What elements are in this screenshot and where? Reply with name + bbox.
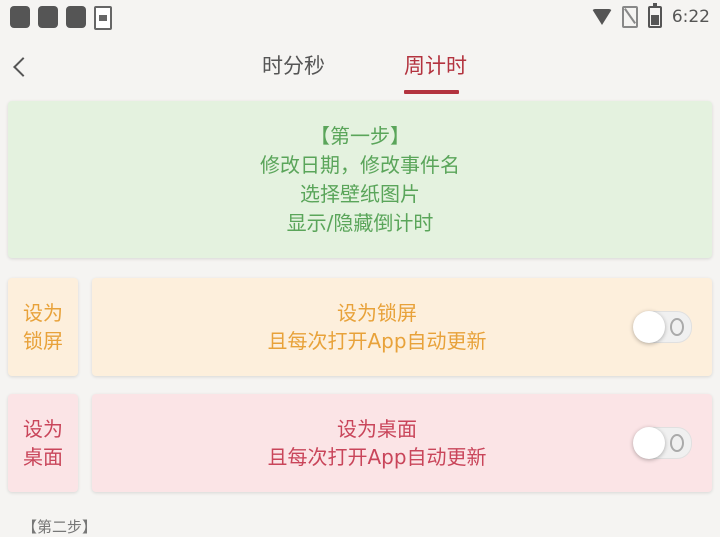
side-label-line: 锁屏 — [23, 329, 63, 353]
desktop-toggle[interactable] — [633, 427, 692, 459]
notification-icon — [10, 6, 30, 28]
wifi-icon — [591, 9, 612, 25]
notification-icon — [38, 6, 58, 28]
card-title: 设为锁屏 — [336, 301, 417, 325]
tab-hours-minutes-seconds[interactable]: 时分秒 — [262, 50, 325, 80]
side-label-line: 设为 — [23, 301, 63, 325]
toggle-off-icon — [670, 434, 684, 452]
step-line: 显示/隐藏倒计时 — [286, 210, 434, 235]
no-sim-icon — [621, 6, 638, 28]
active-tab-indicator — [404, 90, 459, 94]
card-subtitle: 且每次打开App自动更新 — [267, 445, 487, 469]
set-desktop-card[interactable]: 设为桌面 且每次打开App自动更新 — [92, 394, 712, 492]
battery-icon — [647, 3, 662, 28]
image-notification-icon — [94, 6, 112, 30]
step-one-card[interactable]: 【第一步】 修改日期，修改事件名 选择壁纸图片 显示/隐藏倒计时 — [8, 101, 712, 258]
desktop-side-label: 设为 桌面 — [8, 394, 78, 492]
card-subtitle: 且每次打开App自动更新 — [267, 329, 487, 353]
toggle-knob — [633, 427, 665, 459]
status-time: 6:22 — [671, 7, 710, 27]
side-label-line: 桌面 — [23, 445, 63, 469]
tab-week-timer[interactable]: 周计时 — [404, 50, 467, 80]
set-lock-screen-card[interactable]: 设为锁屏 且每次打开App自动更新 — [92, 278, 712, 376]
step-two-partial: 【第二步】 — [22, 518, 98, 536]
step-line: 选择壁纸图片 — [300, 181, 420, 206]
back-arrow-icon[interactable] — [10, 52, 34, 82]
card-title: 设为桌面 — [336, 417, 417, 441]
toggle-knob — [633, 311, 665, 343]
notification-icons — [10, 6, 112, 30]
status-bar: 6:22 — [0, 0, 720, 36]
toggle-off-icon — [670, 318, 684, 336]
side-label-line: 设为 — [23, 417, 63, 441]
step-title: 【第一步】 — [310, 123, 410, 148]
notification-icon — [66, 6, 86, 28]
lock-screen-toggle[interactable] — [633, 311, 692, 343]
step-line: 修改日期，修改事件名 — [260, 152, 460, 177]
lock-screen-side-label: 设为 锁屏 — [8, 278, 78, 376]
